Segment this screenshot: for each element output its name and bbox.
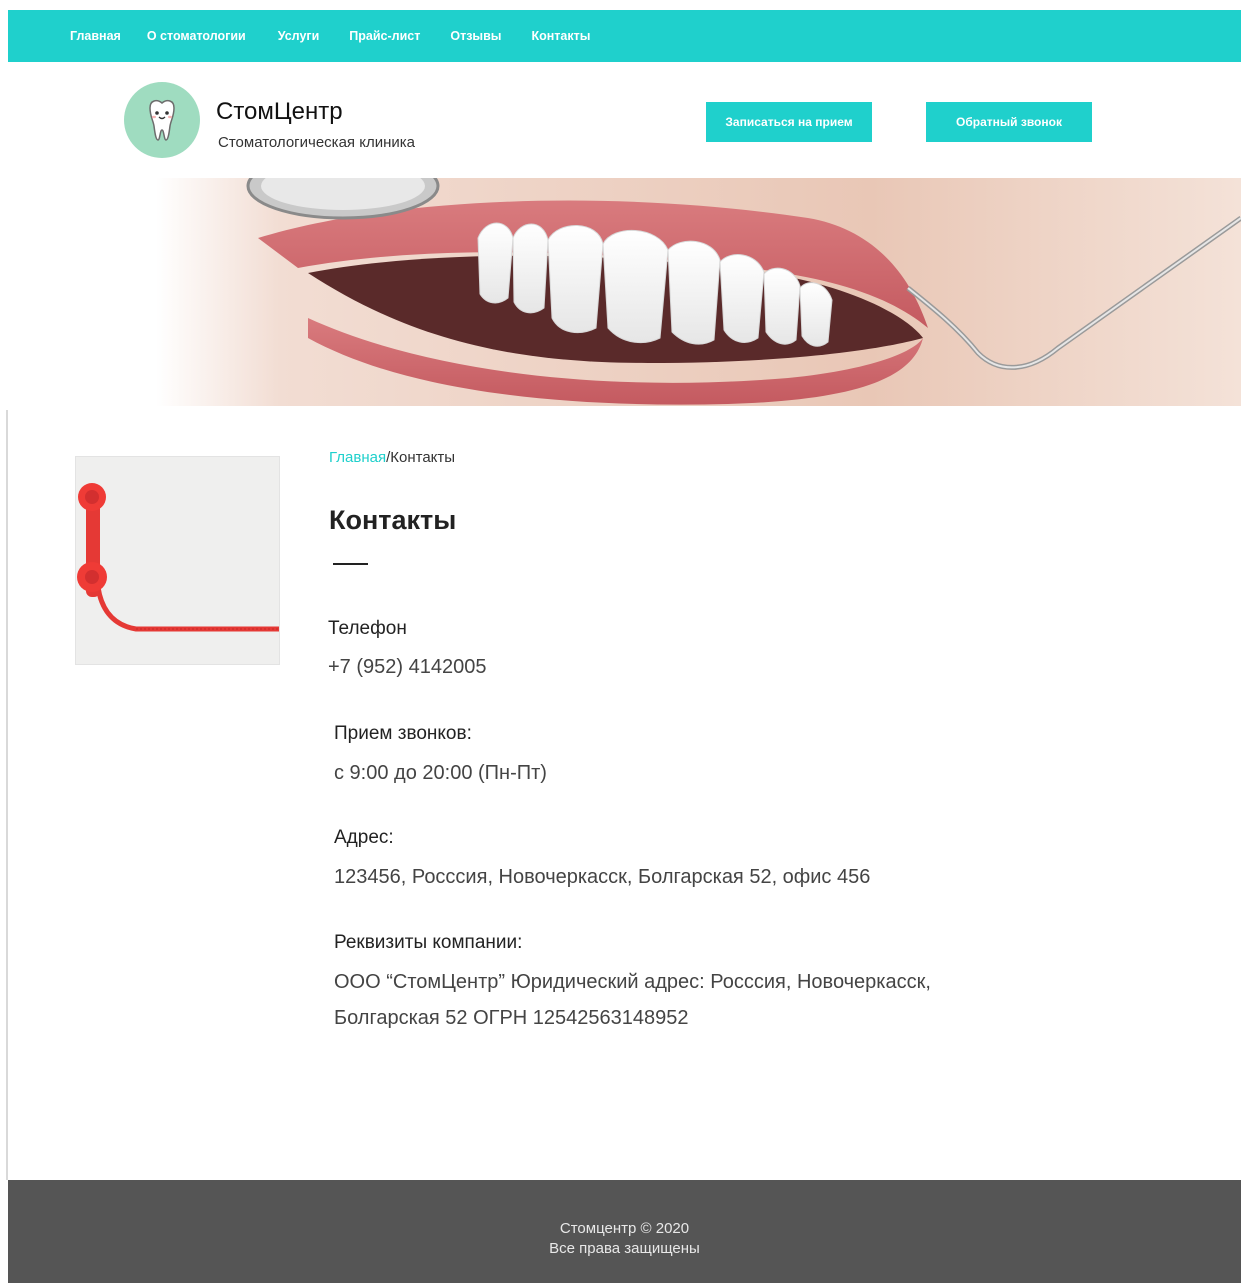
title-underline	[333, 563, 368, 565]
gutter-line	[6, 410, 8, 1180]
hero-banner	[8, 178, 1241, 406]
tooth-icon	[149, 99, 175, 141]
smile-illustration	[8, 178, 1241, 406]
hours-value: с 9:00 до 20:00 (Пн-Пт)	[334, 762, 547, 784]
footer-copyright: Стомцентр © 2020	[559, 1220, 690, 1237]
nav-item-services[interactable]: Услуги	[278, 29, 320, 43]
address-value: 123456, Росссия, Новочеркасск, Болгарска…	[334, 866, 871, 888]
address-label: Адрес:	[334, 827, 394, 848]
requisites-line-1: ООО “СтомЦентр” Юридический адрес: Россс…	[334, 971, 931, 993]
logo[interactable]	[124, 82, 200, 158]
breadcrumb-home-link[interactable]: Главная	[329, 449, 386, 466]
phone-value[interactable]: +7 (952) 4142005	[328, 656, 486, 679]
page: Главная О стоматологии Услуги Прайс-лист…	[0, 0, 1241, 1283]
nav-item-prices[interactable]: Прайс-лист	[349, 29, 420, 43]
brand-subtitle: Стоматологическая клиника	[218, 134, 415, 151]
brand-name[interactable]: СтомЦентр	[216, 98, 343, 126]
nav-item-contacts[interactable]: Контакты	[531, 29, 590, 43]
nav-item-about[interactable]: О стоматологии	[147, 29, 246, 43]
hours-label: Прием звонков:	[334, 723, 472, 744]
page-title: Контакты	[329, 505, 457, 535]
site-footer: Стомцентр © 2020 Все права защищены	[8, 1180, 1241, 1283]
top-navigation: Главная О стоматологии Услуги Прайс-лист…	[8, 10, 1241, 62]
nav-item-reviews[interactable]: Отзывы	[450, 29, 501, 43]
breadcrumb-current: Контакты	[390, 449, 456, 466]
left-gutter	[0, 0, 8, 1283]
phone-label: Телефон	[328, 618, 407, 639]
site-header: СтомЦентр Стоматологическая клиника Запи…	[8, 62, 1241, 178]
breadcrumb: Главная/Контакты	[329, 449, 455, 466]
phone-image	[75, 456, 280, 665]
requisites-line-2: Болгарская 52 ОГРН 12542563148952	[334, 1007, 689, 1029]
book-appointment-button[interactable]: Записаться на прием	[706, 102, 872, 142]
callback-button[interactable]: Обратный звонок	[926, 102, 1092, 142]
red-telephone-handset	[76, 457, 279, 664]
footer-rights: Все права защищены	[549, 1240, 700, 1257]
nav-item-home[interactable]: Главная	[70, 29, 121, 43]
requisites-label: Реквизиты компании:	[334, 932, 523, 953]
